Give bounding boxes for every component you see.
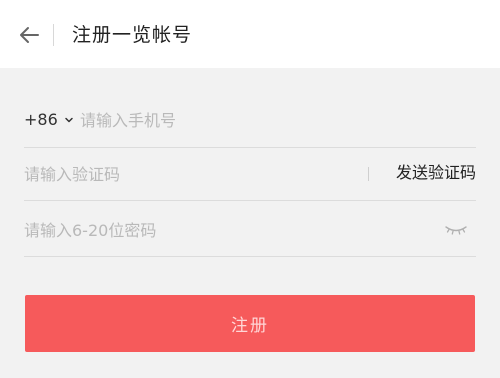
code-row: 发送验证码 xyxy=(24,147,476,201)
toggle-password-visibility[interactable] xyxy=(444,219,468,239)
register-button[interactable]: 注册 xyxy=(25,295,475,352)
header-divider xyxy=(53,24,54,46)
eye-closed-icon xyxy=(445,226,467,235)
verification-code-input[interactable] xyxy=(24,161,344,187)
send-code-button[interactable]: 发送验证码 xyxy=(396,162,476,184)
password-input[interactable] xyxy=(24,217,344,243)
page-title: 注册一览帐号 xyxy=(72,24,193,46)
chevron-down-icon xyxy=(65,117,73,123)
phone-row: +86 xyxy=(24,94,476,148)
password-row xyxy=(24,203,476,257)
country-code-label: +86 xyxy=(24,110,58,129)
phone-input[interactable] xyxy=(80,107,460,133)
arrow-left-icon xyxy=(20,27,39,43)
top-bar: 注册一览帐号 xyxy=(0,0,500,68)
field-divider xyxy=(368,167,369,181)
back-button[interactable] xyxy=(16,22,42,48)
country-code-selector[interactable]: +86 xyxy=(24,109,74,131)
